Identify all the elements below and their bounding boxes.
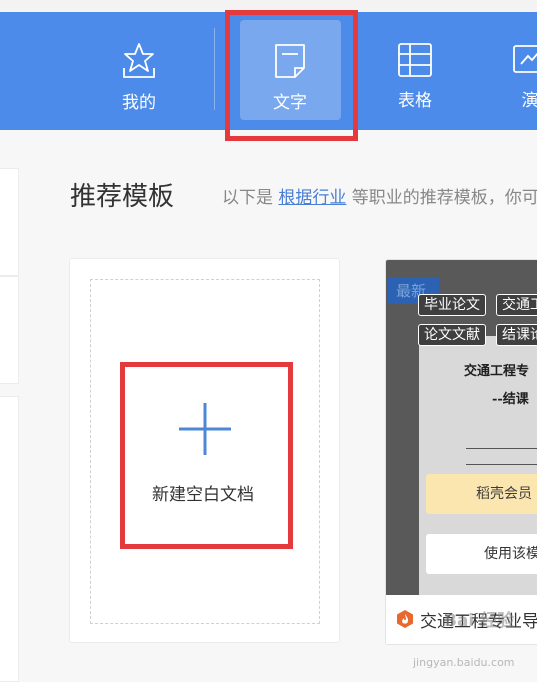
- left-panel-3: [0, 396, 19, 682]
- tag-graduation-thesis[interactable]: 毕业论文: [418, 294, 486, 316]
- nav-divider: [214, 28, 215, 110]
- tag-course-thesis[interactable]: 结课论: [496, 324, 537, 346]
- doc-title-line-1: 交通工程专: [464, 364, 530, 379]
- use-template-button[interactable]: 使用该模: [426, 534, 537, 574]
- docer-vip-button[interactable]: 稻壳会员: [426, 474, 537, 514]
- section-title: 推荐模板: [70, 182, 175, 212]
- tag-thesis-literature[interactable]: 论文文献: [418, 324, 486, 346]
- template-card[interactable]: 交通工程专 --结课 最新 毕业论文 交通工 论文文献 结课论 稻壳会员 使用该…: [385, 259, 537, 645]
- nav-item-mine[interactable]: 我的: [89, 20, 189, 122]
- doc-rule: [466, 464, 537, 465]
- template-preview: 交通工程专 --结课 最新 毕业论文 交通工 论文文献 结课论 稻壳会员 使用该…: [386, 260, 537, 595]
- nav-item-presentation[interactable]: 演: [480, 20, 537, 122]
- doc-rule: [466, 448, 537, 449]
- nav-label-mine: 我的: [122, 93, 156, 113]
- tag-traffic[interactable]: 交通工: [496, 294, 537, 316]
- industry-link[interactable]: 根据行业: [278, 188, 346, 208]
- nav-label-presentation: 演: [521, 91, 537, 111]
- table-icon: [398, 43, 432, 77]
- nav-item-table[interactable]: 表格: [365, 20, 465, 122]
- left-panel-2: [0, 276, 19, 384]
- wps-flame-icon: [397, 610, 413, 628]
- presentation-icon: [513, 45, 537, 73]
- star-box-icon: [123, 43, 155, 78]
- left-panel-1: [0, 168, 19, 276]
- highlight-box-text-tab: [225, 10, 358, 141]
- nav-label-table: 表格: [398, 91, 432, 111]
- doc-title-line-2: --结课: [492, 392, 529, 407]
- watermark-sub: jingyan.baidu.com: [413, 656, 515, 669]
- desc-suffix: 等职业的推荐模板，你可: [346, 188, 537, 208]
- desc-prefix: 以下是: [222, 188, 279, 208]
- watermark: Bai 经验: [444, 611, 515, 631]
- highlight-box-new-blank: [120, 362, 293, 549]
- section-description: 以下是 根据行业 等职业的推荐模板，你可: [222, 183, 537, 208]
